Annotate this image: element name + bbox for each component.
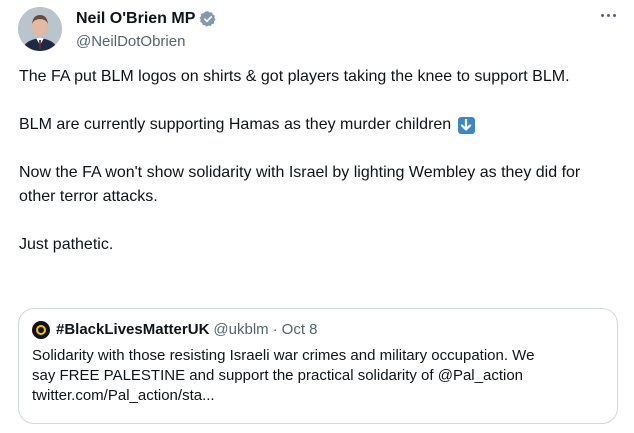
tweet-paragraph-2-text: BLM are currently supporting Hamas as th… — [19, 116, 452, 133]
author-name[interactable]: Neil O'Brien MP — [76, 9, 217, 29]
author-name-text[interactable]: Neil O'Brien MP — [76, 9, 195, 29]
tweet-paragraph-2: BLM are currently supporting Hamas as th… — [19, 113, 619, 137]
author-handle[interactable]: @NeilDotObrien — [76, 32, 185, 52]
tweet-paragraph-1: The FA put BLM logos on shirts & got pla… — [19, 68, 570, 85]
down-arrow-emoji-icon — [457, 117, 475, 134]
tweet-paragraph-4: Just pathetic. — [19, 236, 114, 253]
quoted-text-line-1: Solidarity with those resisting Israeli … — [32, 347, 535, 364]
quoted-author-handle[interactable]: @ukblm — [213, 320, 268, 340]
tweet-paragraph-3: Now the FA won't show solidarity with Is… — [19, 164, 585, 205]
verified-badge-icon — [199, 10, 217, 28]
author-avatar[interactable] — [18, 7, 62, 51]
quoted-tweet[interactable]: #BlackLivesMatterUK @ukblm · Oct 8 Solid… — [18, 308, 618, 424]
quoted-tweet-header: #BlackLivesMatterUK @ukblm · Oct 8 — [32, 320, 604, 340]
quoted-link[interactable]: twitter.com/Pal_action/sta... — [32, 386, 604, 406]
quoted-tweet-text: Solidarity with those resisting Israeli … — [32, 346, 604, 406]
tweet-body: The FA put BLM logos on shirts & got pla… — [19, 65, 619, 257]
quoted-text-line-2: say FREE PALESTINE and support the pract… — [32, 367, 524, 384]
quoted-author-name[interactable]: #BlackLivesMatterUK — [56, 320, 209, 340]
more-options-icon[interactable] — [601, 14, 616, 17]
quoted-separator: · — [272, 321, 278, 338]
quoted-date[interactable]: Oct 8 — [282, 320, 318, 340]
tweet-card: Neil O'Brien MP @NeilDotObrien The FA pu… — [0, 0, 634, 433]
quoted-avatar[interactable] — [32, 321, 50, 339]
